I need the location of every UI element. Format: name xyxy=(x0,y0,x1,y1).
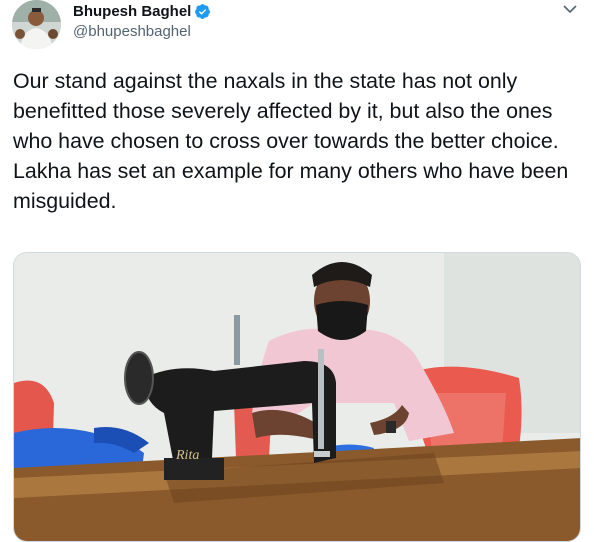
tweet-paragraph-1: Our stand against the naxals in the stat… xyxy=(13,69,559,153)
more-options-button[interactable] xyxy=(560,2,580,18)
tweet-photo[interactable]: Rita xyxy=(13,252,581,542)
author-handle[interactable]: @bhupeshbaghel xyxy=(73,23,191,40)
author-display-name[interactable]: Bhupesh Baghel xyxy=(73,3,191,20)
author-avatar[interactable] xyxy=(12,0,61,49)
verified-badge-icon xyxy=(194,3,211,20)
tweet-text: Our stand against the naxals in the stat… xyxy=(13,66,588,216)
tweet-paragraph-2: Lakha has set an example for many others… xyxy=(13,159,569,213)
chevron-down-icon xyxy=(563,1,577,19)
tweet[interactable]: Bhupesh Baghel @bhupeshbaghel Our stand … xyxy=(0,0,594,542)
machine-brand-label: Rita xyxy=(175,448,199,463)
